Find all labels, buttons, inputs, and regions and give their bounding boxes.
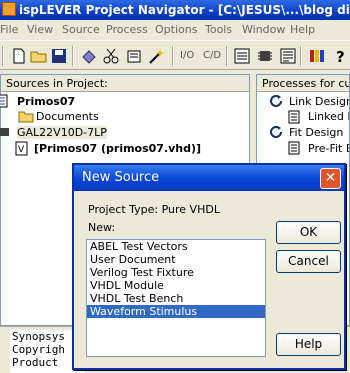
menu-help[interactable]: Help: [290, 23, 315, 36]
menu-window[interactable]: Window: [242, 23, 285, 36]
menu-file[interactable]: File: [0, 23, 18, 36]
process-fit-design[interactable]: Fit Design: [289, 126, 343, 139]
list-item-abel-test-vectors[interactable]: ABEL Test Vectors: [87, 240, 265, 253]
toolbar-separator: [72, 46, 74, 66]
window-titlebar[interactable]: ispLEVER Project Navigator - [C:\JESUS\.…: [0, 0, 350, 20]
sources-header: Sources in Project:: [1, 75, 249, 92]
compile-icon[interactable]: [80, 47, 98, 65]
tree-item-project[interactable]: Primos07: [17, 95, 75, 108]
new-source-dialog: New Source ✕ Project Type: Pure VHDL New…: [72, 163, 346, 370]
help-button[interactable]: Help: [276, 333, 341, 356]
cd-button[interactable]: C/D: [203, 50, 221, 61]
project-icon: [0, 94, 8, 108]
folder-icon: [18, 111, 34, 123]
vhdl-file-icon: V: [15, 141, 28, 156]
toolbar-separator: [2, 46, 4, 66]
menu-view[interactable]: View: [27, 23, 53, 36]
toolbar-separator: [300, 46, 302, 66]
cut-icon[interactable]: [102, 47, 120, 65]
toolbar: I/O C/D ?: [0, 40, 350, 70]
app-icon: [2, 2, 16, 16]
menu-bar: File View Source Process Options Tools W…: [0, 20, 350, 40]
document-icon[interactable]: [233, 47, 251, 65]
report-file-icon: [288, 141, 300, 155]
report-file-icon: [288, 110, 300, 124]
chip-icon[interactable]: [256, 47, 274, 65]
svg-text:V: V: [18, 145, 25, 155]
processes-header: Processes for curr: [257, 75, 349, 92]
help-context-icon[interactable]: ?: [332, 47, 350, 65]
report-icon[interactable]: [279, 47, 297, 65]
tree-item-device[interactable]: GAL22V10D-7LP: [17, 126, 107, 139]
process-pre-fit[interactable]: Pre-Fit E: [308, 142, 349, 155]
cancel-button[interactable]: Cancel: [276, 250, 341, 273]
library-icon[interactable]: [308, 47, 326, 65]
save-icon[interactable]: [50, 47, 68, 65]
toolbar-separator: [226, 46, 228, 66]
refresh-icon: [270, 95, 282, 107]
project-type-label: Project Type: Pure VHDL: [88, 203, 220, 216]
menu-options[interactable]: Options: [155, 23, 197, 36]
ok-button[interactable]: OK: [276, 221, 341, 244]
tree-item-module[interactable]: [Primos07 (primos07.vhd)]: [34, 142, 201, 155]
list-item-verilog-test-fixture[interactable]: Verilog Test Fixture: [87, 266, 265, 279]
wizard-icon[interactable]: [148, 47, 166, 65]
menu-tools[interactable]: Tools: [205, 23, 232, 36]
device-chip-icon: [0, 128, 9, 136]
tree-item-documents[interactable]: Documents: [36, 110, 99, 123]
menu-source[interactable]: Source: [62, 23, 100, 36]
toolbar-separator: [172, 46, 174, 66]
new-label: New:: [88, 221, 116, 234]
list-item-vhdl-module[interactable]: VHDL Module: [87, 279, 265, 292]
menu-process[interactable]: Process: [106, 23, 148, 36]
window-title: ispLEVER Project Navigator - [C:\JESUS\.…: [19, 3, 350, 17]
open-folder-icon[interactable]: [30, 47, 48, 65]
list-item-user-document[interactable]: User Document: [87, 253, 265, 266]
properties-icon[interactable]: [125, 47, 143, 65]
process-linked-ed[interactable]: Linked Ed: [308, 110, 349, 123]
list-item-vhdl-test-bench[interactable]: VHDL Test Bench: [87, 292, 265, 305]
new-file-icon[interactable]: [10, 47, 28, 65]
dialog-title: New Source: [82, 170, 160, 185]
svg-text:?: ?: [336, 48, 345, 65]
list-item-waveform-stimulus[interactable]: Waveform Stimulus: [87, 305, 265, 318]
io-button[interactable]: I/O: [180, 50, 194, 61]
process-link-design[interactable]: Link Design: [289, 95, 349, 108]
source-type-listbox[interactable]: ABEL Test Vectors User Document Verilog …: [86, 239, 266, 357]
close-icon[interactable]: ✕: [320, 168, 341, 189]
refresh-icon: [270, 126, 282, 138]
dialog-titlebar[interactable]: New Source ✕: [74, 165, 344, 191]
